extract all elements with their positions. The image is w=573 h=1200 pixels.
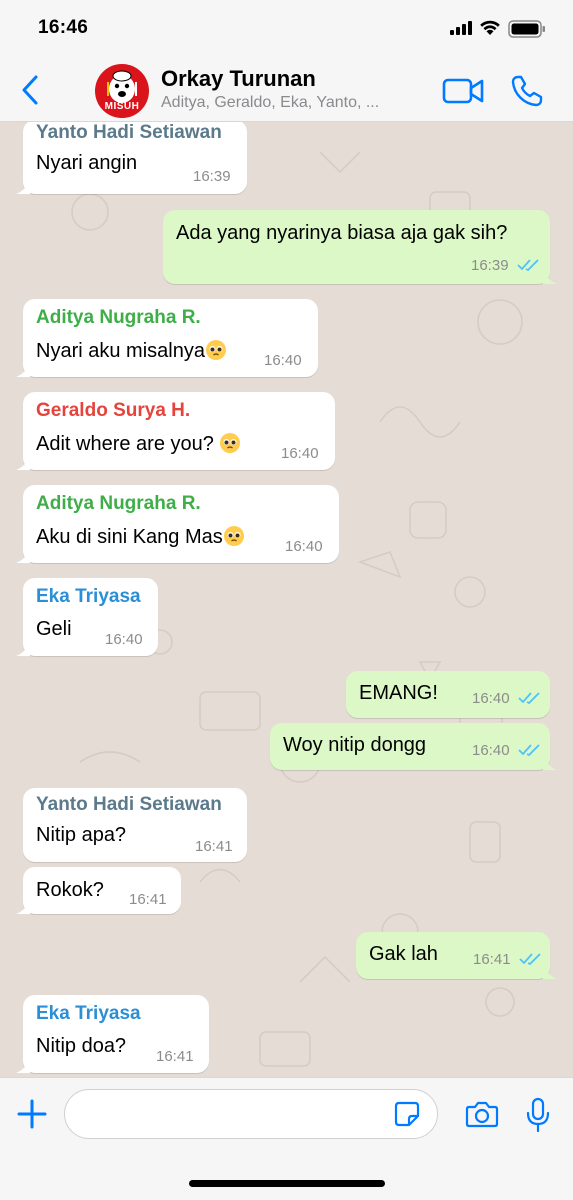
pleading-face-emoji-icon bbox=[205, 340, 226, 360]
message-time: 16:40 bbox=[281, 445, 319, 462]
message-bubble-incoming[interactable]: Geraldo Surya H. Adit where are you? 16:… bbox=[16, 392, 335, 470]
message-time: 16:41 bbox=[156, 1048, 194, 1065]
message-bubble-incoming[interactable]: Yanto Hadi Setiawan Nitip apa? 16:41 bbox=[23, 788, 247, 862]
message-bubble-outgoing[interactable]: Woy nitip dongg 16:40 bbox=[270, 723, 557, 770]
bubble-tail bbox=[16, 363, 30, 377]
sticker-icon[interactable] bbox=[394, 1101, 420, 1127]
status-bar: 16:46 bbox=[0, 0, 573, 58]
message-bubble-incoming[interactable]: Aditya Nugraha R. Nyari aku misalnya 16:… bbox=[16, 299, 318, 377]
message-text: Nitip apa? bbox=[36, 824, 127, 846]
read-ticks-icon bbox=[518, 744, 540, 757]
message-time: 16:40 bbox=[472, 742, 510, 759]
pleading-face-emoji-icon bbox=[223, 526, 244, 546]
message-bubble-incoming[interactable]: Rokok? 16:41 bbox=[16, 867, 181, 914]
sender-name[interactable]: Eka Triyasa bbox=[36, 1003, 141, 1025]
sender-name[interactable]: Yanto Hadi Setiawan bbox=[36, 794, 222, 816]
message-text: Aku di sini Kang Mas bbox=[36, 525, 245, 549]
group-members[interactable]: Aditya, Geraldo, Eka, Yanto, ... bbox=[161, 94, 421, 112]
message-text-body: Adit where are you? bbox=[36, 433, 220, 455]
sender-name[interactable]: Eka Triyasa bbox=[36, 586, 141, 608]
message-text: Ada yang nyarinya biasa aja gak sih? bbox=[176, 222, 508, 244]
phone-icon[interactable] bbox=[510, 74, 544, 108]
message-text: Nitip doa? bbox=[36, 1035, 127, 1057]
camera-icon[interactable] bbox=[465, 1100, 499, 1128]
group-avatar[interactable]: MISUH bbox=[95, 64, 149, 118]
pleading-face-emoji-icon bbox=[220, 433, 241, 453]
video-call-icon[interactable] bbox=[442, 76, 484, 106]
message-bubble-incoming[interactable]: Eka Triyasa Nitip doa? 16:41 bbox=[16, 995, 209, 1073]
message-text: Woy nitip dongg bbox=[283, 734, 427, 756]
message-text: Geli bbox=[36, 618, 72, 640]
message-text-body: Nyari aku misalnya bbox=[36, 340, 205, 362]
bubble-tail bbox=[16, 900, 30, 914]
message-text: Nyari aku misalnya bbox=[36, 339, 227, 363]
wifi-icon bbox=[480, 20, 500, 35]
bubble-tail bbox=[16, 456, 30, 470]
chat-header: MISUH Orkay Turunan Aditya, Geraldo, Eka… bbox=[0, 58, 573, 122]
read-ticks-icon bbox=[518, 692, 540, 705]
plus-icon[interactable] bbox=[16, 1098, 48, 1130]
message-bubble-outgoing[interactable]: Gak lah 16:41 bbox=[356, 932, 557, 979]
sender-name[interactable]: Aditya Nugraha R. bbox=[36, 307, 201, 329]
message-bubble-outgoing[interactable]: EMANG! 16:40 bbox=[346, 671, 550, 718]
battery-icon bbox=[508, 20, 545, 38]
bubble-tail bbox=[16, 642, 30, 656]
message-bubble-incoming[interactable]: Aditya Nugraha R. Aku di sini Kang Mas 1… bbox=[16, 485, 339, 563]
back-chevron-icon[interactable] bbox=[16, 72, 46, 108]
message-time: 16:41 bbox=[129, 891, 167, 908]
sender-name[interactable]: Geraldo Surya H. bbox=[36, 400, 190, 422]
message-text: Adit where are you? bbox=[36, 432, 241, 456]
chat-title[interactable]: Orkay Turunan bbox=[161, 66, 316, 92]
message-time: 16:40 bbox=[264, 352, 302, 369]
message-list[interactable]: Yanto Hadi Setiawan Nyari angin 16:39 Ad… bbox=[0, 122, 573, 1077]
status-time: 16:46 bbox=[38, 17, 89, 38]
message-time: 16:39 bbox=[471, 257, 509, 274]
bubble-tail bbox=[16, 549, 30, 563]
message-time: 16:40 bbox=[105, 631, 143, 648]
home-indicator[interactable] bbox=[189, 1180, 385, 1187]
sender-name[interactable]: Yanto Hadi Setiawan bbox=[36, 122, 222, 144]
message-text: Gak lah bbox=[369, 943, 438, 965]
message-text-body: Aku di sini Kang Mas bbox=[36, 526, 223, 548]
bubble-tail bbox=[543, 270, 557, 284]
message-time: 16:40 bbox=[285, 538, 323, 555]
message-bubble-outgoing[interactable]: Ada yang nyarinya biasa aja gak sih? 16:… bbox=[163, 210, 557, 284]
message-text: Nyari angin bbox=[36, 152, 138, 174]
message-bubble-incoming[interactable]: Eka Triyasa Geli 16:40 bbox=[16, 578, 158, 656]
cellular-signal-icon bbox=[450, 21, 472, 35]
bubble-tail bbox=[16, 1059, 30, 1073]
message-text: EMANG! bbox=[359, 682, 438, 704]
bubble-tail bbox=[543, 965, 557, 979]
message-time: 16:40 bbox=[472, 690, 510, 707]
read-ticks-icon bbox=[519, 953, 541, 966]
message-time: 16:41 bbox=[195, 838, 233, 855]
read-ticks-icon bbox=[517, 259, 539, 272]
composer-bar bbox=[0, 1077, 573, 1200]
avatar-label: MISUH bbox=[104, 101, 140, 112]
message-text: Rokok? bbox=[36, 879, 104, 901]
sender-name[interactable]: Aditya Nugraha R. bbox=[36, 493, 201, 515]
message-time: 16:41 bbox=[473, 951, 511, 968]
bubble-tail bbox=[543, 756, 557, 770]
message-input[interactable] bbox=[64, 1089, 438, 1139]
bubble-tail bbox=[16, 180, 30, 194]
microphone-icon[interactable] bbox=[525, 1097, 551, 1133]
message-time: 16:39 bbox=[193, 168, 231, 185]
message-bubble-incoming[interactable]: Yanto Hadi Setiawan Nyari angin 16:39 bbox=[16, 122, 247, 194]
